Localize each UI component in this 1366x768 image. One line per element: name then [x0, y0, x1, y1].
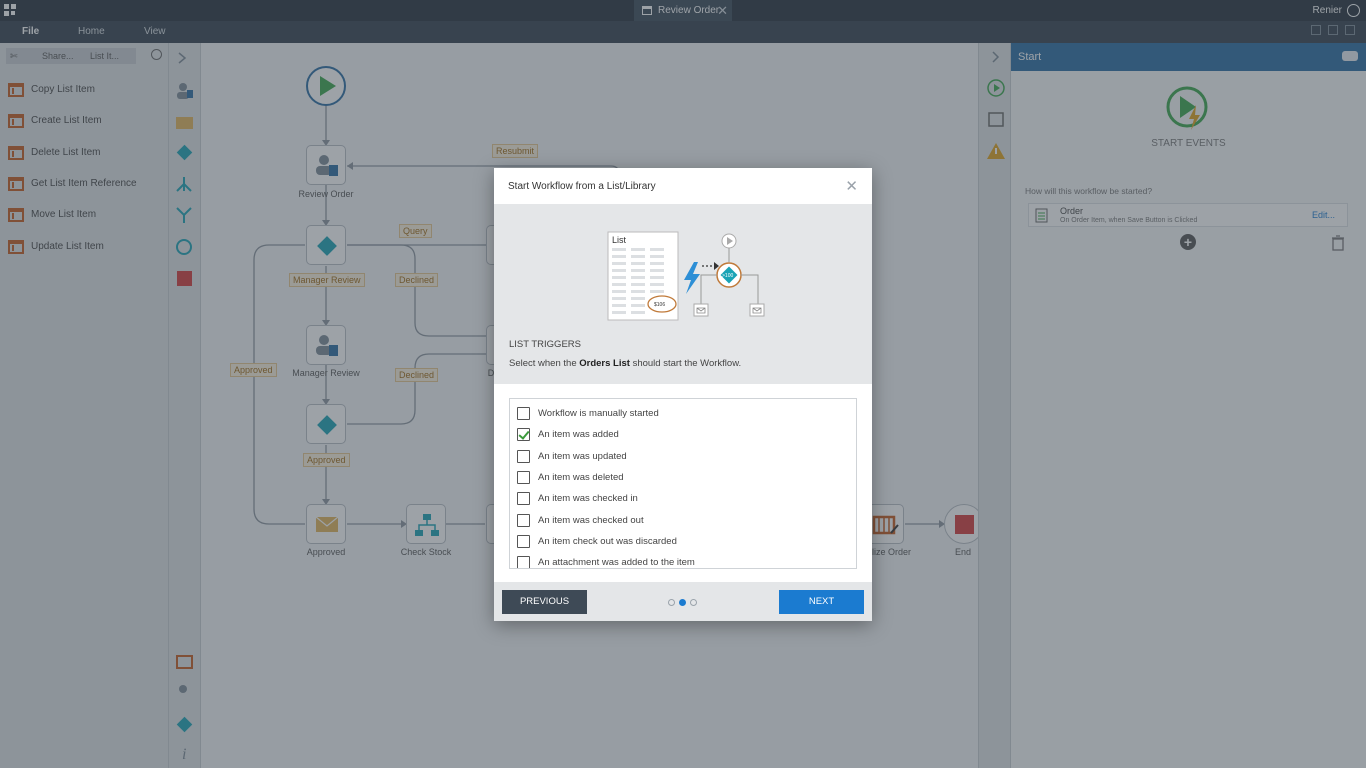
page-dot-active[interactable]	[679, 599, 686, 606]
trigger-option-label: Workflow is manually started	[538, 408, 659, 419]
checkbox[interactable]	[517, 407, 530, 420]
checkbox[interactable]	[517, 450, 530, 463]
trigger-option[interactable]: An item was checked out	[517, 514, 644, 532]
page-dot[interactable]	[668, 599, 675, 606]
illustration-list-title: List	[612, 235, 627, 245]
trigger-option-label: An attachment was added to the item	[538, 557, 695, 568]
trigger-option[interactable]: An item check out was discarded	[517, 535, 677, 553]
close-icon[interactable]: ✕	[845, 177, 858, 195]
previous-button[interactable]: PREVIOUS	[502, 590, 587, 614]
trigger-option[interactable]: Workflow is manually started	[517, 407, 659, 425]
description-suffix: should start the Workflow.	[629, 358, 742, 369]
trigger-option-label: An item was added	[538, 429, 619, 440]
checkbox[interactable]	[517, 492, 530, 505]
dialog-title: Start Workflow from a List/Library	[508, 181, 656, 192]
trigger-options-list[interactable]: Workflow is manually started An item was…	[509, 398, 857, 569]
trigger-option-label: An item was updated	[538, 451, 627, 462]
list-triggers-description: Select when the Orders List should start…	[509, 358, 741, 369]
page-dot[interactable]	[690, 599, 697, 606]
illustration-threshold: >100	[722, 273, 733, 279]
trigger-option[interactable]: An item was updated	[517, 450, 627, 468]
orders-list-name: Orders List	[579, 358, 630, 369]
wizard-page-indicator	[668, 599, 700, 607]
list-trigger-illustration: List $106 >100	[607, 231, 765, 321]
checkbox[interactable]	[517, 535, 530, 548]
trigger-option-label: An item was checked in	[538, 493, 638, 504]
illustration-price: $106	[654, 302, 665, 308]
checkbox[interactable]	[517, 556, 530, 568]
next-button[interactable]: NEXT	[779, 590, 864, 614]
checkbox[interactable]	[517, 514, 530, 527]
trigger-option-label: An item was deleted	[538, 472, 624, 483]
start-workflow-dialog: Start Workflow from a List/Library ✕ Lis…	[494, 168, 872, 621]
checkbox-checked[interactable]	[517, 428, 530, 441]
trigger-option[interactable]: An item was deleted	[517, 471, 624, 489]
dialog-illustration: List $106 >100 LIST TRIGGERS Select when…	[494, 204, 872, 384]
dialog-footer: PREVIOUS NEXT	[494, 582, 872, 621]
trigger-option[interactable]: An item was added	[517, 428, 619, 446]
list-triggers-heading: LIST TRIGGERS	[509, 339, 581, 350]
trigger-option-label: An item was checked out	[538, 515, 644, 526]
description-prefix: Select when the	[509, 358, 580, 369]
checkbox[interactable]	[517, 471, 530, 484]
trigger-option[interactable]: An item was checked in	[517, 492, 638, 510]
trigger-option-label: An item check out was discarded	[538, 536, 677, 547]
trigger-option[interactable]: An attachment was added to the item	[517, 556, 695, 568]
